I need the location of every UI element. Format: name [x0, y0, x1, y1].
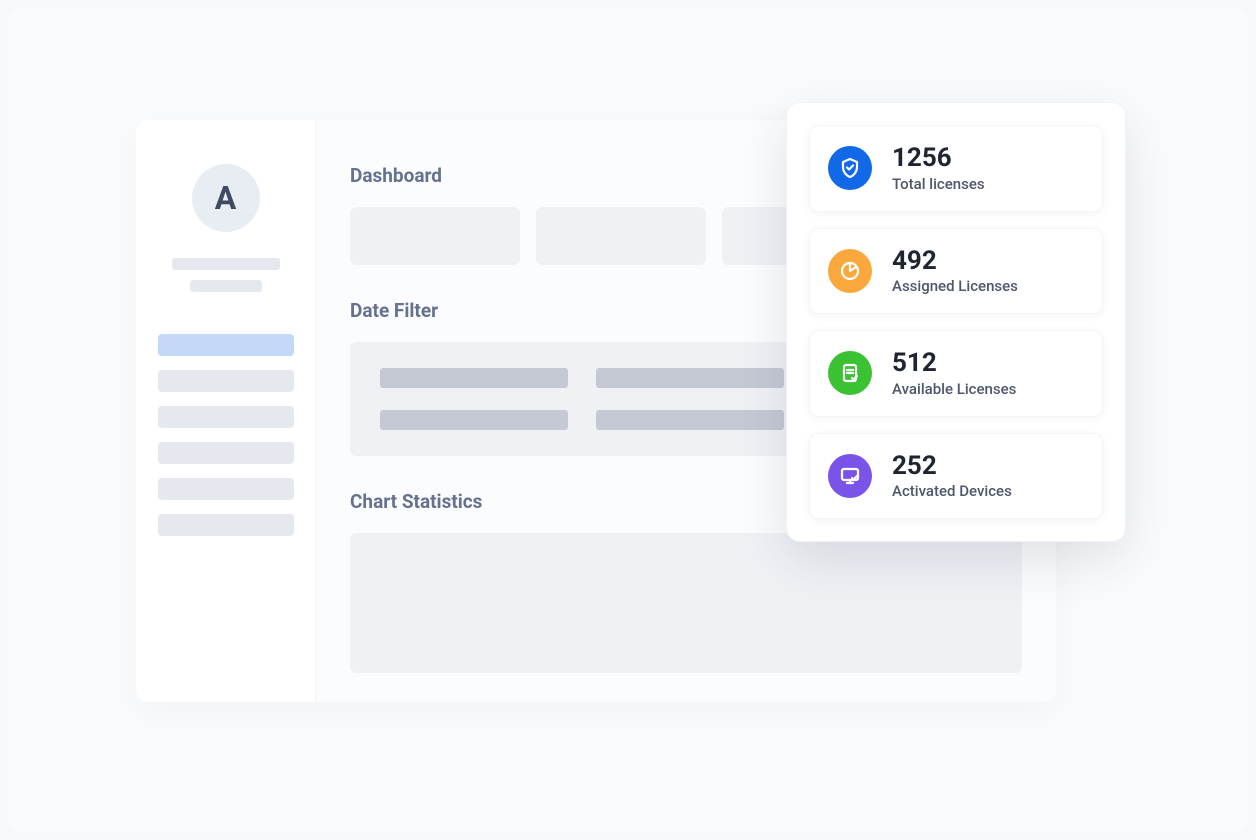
- stat-card-activated-devices[interactable]: 252 Activated Devices: [809, 433, 1103, 520]
- nav-item-6[interactable]: [158, 514, 294, 536]
- outer-container: A Dashboard Date Filter: [8, 8, 1248, 832]
- stat-card-available-licenses[interactable]: 512 Available Licenses: [809, 330, 1103, 417]
- document-check-icon: [828, 351, 872, 395]
- filter-field-1[interactable]: [380, 368, 568, 388]
- filter-field-4[interactable]: [596, 410, 784, 430]
- monitor-check-icon: [828, 454, 872, 498]
- pie-chart-icon: [828, 249, 872, 293]
- avatar[interactable]: A: [192, 164, 260, 232]
- avatar-letter: A: [215, 179, 237, 217]
- sidebar-placeholder-2: [190, 280, 262, 292]
- stat-value: 492: [892, 247, 1018, 276]
- stat-label: Assigned Licenses: [892, 277, 1018, 295]
- stat-label: Activated Devices: [892, 482, 1012, 500]
- sidebar-placeholder-1: [172, 258, 280, 270]
- dashboard-card-1: [350, 207, 520, 265]
- stat-value: 252: [892, 452, 1012, 481]
- stat-label: Total licenses: [892, 175, 985, 193]
- stat-text: 492 Assigned Licenses: [892, 247, 1018, 296]
- shield-check-icon: [828, 146, 872, 190]
- nav-item-5[interactable]: [158, 478, 294, 500]
- nav-item-2[interactable]: [158, 370, 294, 392]
- filter-field-3[interactable]: [380, 410, 568, 430]
- nav-item-4[interactable]: [158, 442, 294, 464]
- stat-text: 1256 Total licenses: [892, 144, 985, 193]
- sidebar: A: [136, 120, 316, 702]
- stat-text: 252 Activated Devices: [892, 452, 1012, 501]
- chart-placeholder: [350, 533, 1022, 673]
- nav-item-3[interactable]: [158, 406, 294, 428]
- stats-panel: 1256 Total licenses 492 Assigned License…: [786, 102, 1126, 542]
- filter-field-2[interactable]: [596, 368, 784, 388]
- stat-card-assigned-licenses[interactable]: 492 Assigned Licenses: [809, 228, 1103, 315]
- nav-item-active[interactable]: [158, 334, 294, 356]
- dashboard-card-2: [536, 207, 706, 265]
- stat-value: 1256: [892, 144, 985, 173]
- stat-card-total-licenses[interactable]: 1256 Total licenses: [809, 125, 1103, 212]
- stat-value: 512: [892, 349, 1016, 378]
- stat-text: 512 Available Licenses: [892, 349, 1016, 398]
- stat-label: Available Licenses: [892, 380, 1016, 398]
